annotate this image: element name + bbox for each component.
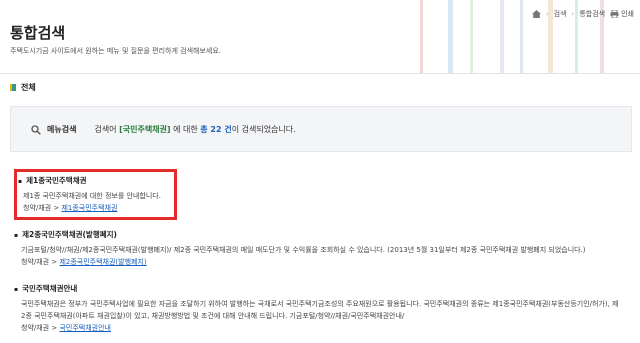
highlight-box [14, 169, 177, 220]
book-icon [10, 84, 16, 91]
print-label: 인쇄 [621, 10, 634, 18]
result-description: 국민주택채권은 정부가 국민주택사업에 필요한 자금을 조달하기 위하여 발행하… [21, 300, 619, 320]
search-summary-box: 메뉴검색 검색어 [국민주택채권] 에 대한 총 22 건이 검색되었습니다. [10, 106, 632, 152]
search-keyword: [국민주택채권] [119, 124, 171, 134]
print-icon [610, 10, 619, 18]
chevron-right-icon: › [545, 10, 549, 18]
chevron-right-icon: › [571, 10, 575, 18]
result-path-link[interactable]: 국민주택채권안내 [59, 324, 111, 332]
header-decoration [470, 0, 473, 73]
summary-suffix: 이 검색되었습니다. [231, 124, 296, 134]
result-path: 청약/채권 > 국민주택채권안내 [21, 323, 620, 333]
summary-middle: 에 대한 [170, 124, 201, 134]
page-subtitle: 주택도시기금 사이트에서 원하는 메뉴 및 질문을 편리하게 검색해보세요. [10, 47, 221, 55]
result-item: 제2종국민주택채권(발행폐지) 기금포털/청약//채권/제2종국민주택채권(발행… [14, 229, 620, 267]
menu-search-label: 메뉴검색 [47, 124, 77, 134]
result-description: 기금포털/청약//채권/제2종국민주택채권(발행폐지)/ 제2종 국민주택채권의… [21, 246, 586, 254]
result-path-link[interactable]: 제2종국민주택채권(발행폐지) [59, 258, 146, 266]
result-title[interactable]: 국민주택채권안내 [14, 283, 620, 294]
page-header: 통합검색 주택도시기금 사이트에서 원하는 메뉴 및 질문을 편리하게 검색해보… [0, 0, 640, 73]
breadcrumb-item-search[interactable]: 검색 [554, 9, 567, 19]
section-heading: 전체 [10, 82, 36, 93]
page-title: 통합검색 [10, 24, 66, 42]
header-decoration [420, 0, 423, 73]
result-path-prefix: 청약/채권 > [21, 258, 60, 266]
result-path: 청약/채권 > 제2종국민주택채권(발행폐지) [21, 257, 620, 267]
header-decoration [520, 0, 523, 73]
header-divider [0, 73, 640, 74]
header-decoration [448, 0, 453, 73]
home-icon[interactable] [531, 10, 541, 18]
breadcrumb-item-integrated-search[interactable]: 통합검색 [579, 9, 605, 19]
result-title[interactable]: 제2종국민주택채권(발행폐지) [14, 229, 620, 240]
search-result-summary: 검색어 [국민주택채권] 에 대한 총 22 건이 검색되었습니다. [94, 124, 295, 135]
result-item: 국민주택채권안내 국민주택채권은 정부가 국민주택사업에 필요한 자금을 조달하… [14, 283, 620, 333]
print-button[interactable]: 인쇄 [610, 9, 634, 19]
header-decoration [500, 0, 504, 73]
result-count: 총 22 건 [200, 124, 232, 134]
breadcrumb: › 검색 › 통합검색 인쇄 [531, 9, 634, 19]
summary-prefix: 검색어 [94, 124, 120, 134]
search-icon [31, 120, 41, 139]
section-title: 전체 [21, 83, 36, 92]
result-path-prefix: 청약/채권 > [21, 324, 60, 332]
